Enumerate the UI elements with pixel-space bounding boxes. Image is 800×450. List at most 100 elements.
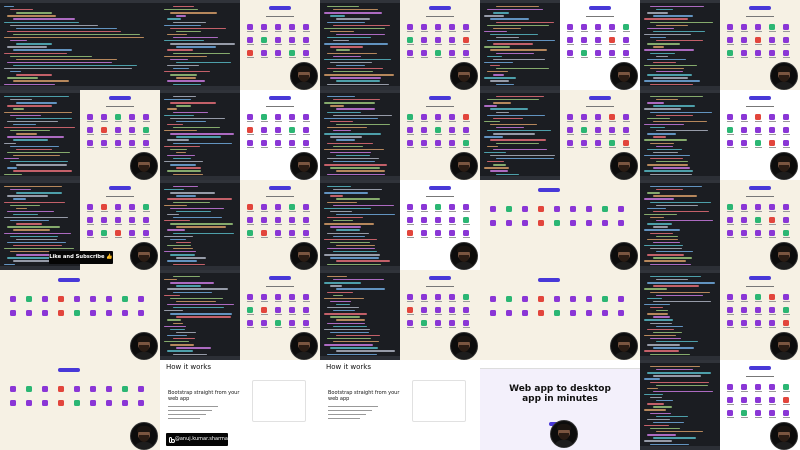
app-icon-cell[interactable]	[463, 217, 471, 225]
app-icon[interactable]	[10, 310, 16, 316]
video-thumbnail-r3c3[interactable]	[480, 270, 640, 360]
app-icon-cell[interactable]	[303, 294, 311, 302]
app-icon-cell[interactable]	[449, 320, 457, 328]
app-icon-cell[interactable]	[727, 50, 735, 58]
app-icon-cell[interactable]	[595, 50, 603, 58]
app-icon[interactable]	[538, 206, 544, 212]
app-icon-cell[interactable]	[261, 204, 269, 212]
app-icon-cell[interactable]	[275, 320, 283, 328]
app-icon-cell[interactable]	[581, 37, 589, 45]
app-icon[interactable]	[554, 310, 560, 316]
app-icon-cell[interactable]	[261, 294, 269, 302]
app-icon-cell[interactable]	[247, 204, 255, 212]
app-icon-cell[interactable]	[275, 50, 283, 58]
app-icon-cell[interactable]	[101, 230, 109, 238]
app-icon-cell[interactable]	[289, 114, 297, 122]
app-icon-cell[interactable]	[407, 50, 415, 58]
app-icon-cell[interactable]	[741, 384, 749, 392]
app-icon[interactable]	[554, 220, 560, 226]
app-icon[interactable]	[106, 400, 112, 406]
video-thumbnail-r1c1[interactable]	[160, 90, 320, 180]
app-icon[interactable]	[586, 310, 592, 316]
app-icon-cell[interactable]	[115, 204, 123, 212]
app-icon-cell[interactable]	[741, 217, 749, 225]
app-icon[interactable]	[138, 400, 144, 406]
cta-button[interactable]	[538, 278, 560, 282]
app-icon-cell[interactable]	[289, 127, 297, 135]
app-icon-cell[interactable]	[449, 140, 457, 148]
app-icon[interactable]	[586, 296, 592, 302]
video-thumbnail-r1c3[interactable]	[480, 90, 640, 180]
app-icon-cell[interactable]	[247, 320, 255, 328]
video-thumbnail-r3c1[interactable]	[160, 270, 320, 360]
app-icon[interactable]	[58, 310, 64, 316]
app-icon-cell[interactable]	[129, 114, 137, 122]
app-icon-cell[interactable]	[421, 230, 429, 238]
app-icon[interactable]	[618, 220, 624, 226]
app-icon-cell[interactable]	[755, 140, 763, 148]
app-icon-cell[interactable]	[407, 230, 415, 238]
app-icon-cell[interactable]	[143, 230, 151, 238]
app-icon[interactable]	[122, 386, 128, 392]
app-icon[interactable]	[58, 400, 64, 406]
app-icon-cell[interactable]	[769, 114, 777, 122]
app-icon-cell[interactable]	[407, 204, 415, 212]
app-icon-cell[interactable]	[435, 307, 443, 315]
app-icon-cell[interactable]	[623, 50, 631, 58]
app-icon-cell[interactable]	[407, 217, 415, 225]
app-icon-cell[interactable]	[741, 230, 749, 238]
app-icon-cell[interactable]	[449, 37, 457, 45]
app-icon-cell[interactable]	[421, 217, 429, 225]
cta-button[interactable]	[109, 96, 131, 100]
app-icon-cell[interactable]	[435, 204, 443, 212]
cta-button[interactable]	[749, 186, 771, 190]
app-icon-cell[interactable]	[275, 204, 283, 212]
cta-button[interactable]	[269, 186, 291, 190]
app-icon-cell[interactable]	[289, 230, 297, 238]
app-icon-cell[interactable]	[741, 410, 749, 418]
cta-button[interactable]	[109, 186, 131, 190]
app-icon-cell[interactable]	[129, 127, 137, 135]
app-icon-cell[interactable]	[449, 294, 457, 302]
app-icon-cell[interactable]	[755, 127, 763, 135]
app-icon-cell[interactable]	[741, 397, 749, 405]
app-icon-cell[interactable]	[247, 307, 255, 315]
app-icon-cell[interactable]	[289, 217, 297, 225]
app-icon-cell[interactable]	[769, 24, 777, 32]
app-icon-cell[interactable]	[567, 140, 575, 148]
app-icon[interactable]	[90, 296, 96, 302]
app-icon-cell[interactable]	[783, 294, 791, 302]
app-icon-cell[interactable]	[581, 140, 589, 148]
app-icon[interactable]	[586, 220, 592, 226]
app-icon-cell[interactable]	[129, 230, 137, 238]
app-icon-cell[interactable]	[143, 217, 151, 225]
app-icon-cell[interactable]	[727, 410, 735, 418]
app-icon-cell[interactable]	[289, 50, 297, 58]
app-icon[interactable]	[74, 400, 80, 406]
app-icon-cell[interactable]	[783, 24, 791, 32]
app-icon-cell[interactable]	[435, 294, 443, 302]
app-icon[interactable]	[602, 310, 608, 316]
app-icon-cell[interactable]	[247, 114, 255, 122]
app-icon[interactable]	[538, 310, 544, 316]
app-icon-cell[interactable]	[407, 114, 415, 122]
app-icon-cell[interactable]	[87, 230, 95, 238]
app-icon-cell[interactable]	[303, 307, 311, 315]
app-icon-cell[interactable]	[275, 127, 283, 135]
app-icon[interactable]	[138, 310, 144, 316]
app-icon[interactable]	[538, 220, 544, 226]
app-icon-cell[interactable]	[115, 127, 123, 135]
cta-button[interactable]	[429, 96, 451, 100]
app-icon-cell[interactable]	[567, 114, 575, 122]
app-icon-cell[interactable]	[261, 230, 269, 238]
cta-button[interactable]	[269, 96, 291, 100]
app-icon-cell[interactable]	[143, 140, 151, 148]
app-icon[interactable]	[618, 296, 624, 302]
video-thumbnail-r1c4[interactable]	[640, 90, 800, 180]
app-icon-cell[interactable]	[421, 37, 429, 45]
app-icon-cell[interactable]	[261, 217, 269, 225]
app-icon-cell[interactable]	[609, 24, 617, 32]
cta-button[interactable]	[749, 366, 771, 370]
app-icon-cell[interactable]	[303, 114, 311, 122]
video-thumbnail-r0c2[interactable]	[320, 0, 480, 90]
